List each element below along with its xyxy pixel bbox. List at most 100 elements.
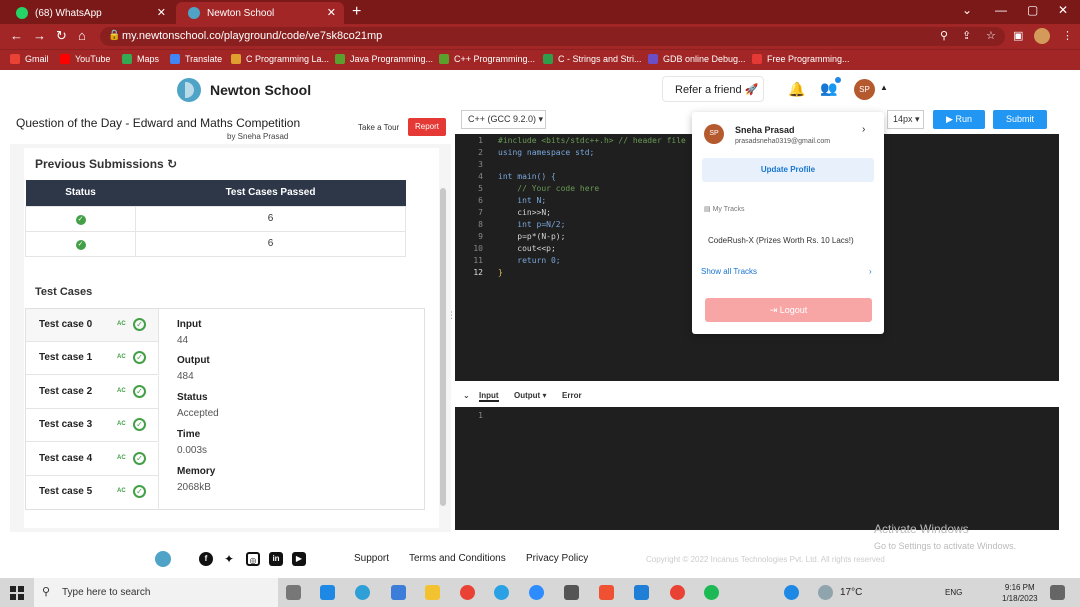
io-tabs: ⌄ Input Output ▾ Error xyxy=(455,383,1059,407)
tab-whatsapp[interactable]: (68) WhatsApp ✕ xyxy=(4,2,174,24)
bookmark-java-programming[interactable]: Java Programming... xyxy=(335,54,433,64)
browser-profile-avatar[interactable] xyxy=(1034,28,1050,44)
edge-icon[interactable] xyxy=(355,585,370,600)
support-link[interactable]: Support xyxy=(354,553,389,564)
clock[interactable]: 9:16 PM 1/18/2023 xyxy=(1002,582,1038,604)
refresh-icon[interactable]: ↻ xyxy=(167,157,177,171)
table-row[interactable]: ✓ 6 xyxy=(25,230,406,257)
zoom-icon[interactable]: ⚲ xyxy=(940,29,948,42)
tab-output[interactable]: Output ▾ xyxy=(514,391,546,400)
tab-newton-school[interactable]: Newton School ✕ xyxy=(176,2,344,24)
windows-start-icon[interactable] xyxy=(10,586,24,600)
youtube-icon[interactable]: ▶ xyxy=(292,552,306,566)
close-icon[interactable]: ✕ xyxy=(157,6,166,19)
close-icon[interactable]: ✕ xyxy=(327,6,336,19)
table-row[interactable]: ✓ 6 xyxy=(25,205,406,232)
taskbar-search-input[interactable]: ⚲ Type here to search xyxy=(34,578,278,607)
chevron-right-icon[interactable]: › xyxy=(862,124,865,135)
bookmark-translate[interactable]: Translate xyxy=(170,54,222,64)
vscode-icon[interactable] xyxy=(634,585,649,600)
share-icon[interactable]: ⇪ xyxy=(962,29,971,42)
git-icon[interactable] xyxy=(599,585,614,600)
youtube-icon xyxy=(60,54,70,64)
logout-button[interactable]: ⇥ Logout xyxy=(705,298,872,322)
twitter-icon[interactable]: ✦ xyxy=(222,552,236,566)
minimize-button[interactable]: — xyxy=(995,3,1007,17)
language-indicator[interactable]: ENG xyxy=(945,588,962,597)
input-editor[interactable]: 1 xyxy=(455,407,1059,530)
track-item[interactable]: CodeRush-X (Prizes Worth Rs. 10 Lacs!) xyxy=(708,236,854,245)
mail-icon[interactable] xyxy=(320,585,335,600)
task-view-icon[interactable] xyxy=(286,585,301,600)
brand-name[interactable]: Newton School xyxy=(210,82,311,98)
terms-link[interactable]: Terms and Conditions xyxy=(409,553,506,564)
caret-up-icon[interactable]: ▲ xyxy=(880,83,888,92)
back-icon[interactable]: ← xyxy=(10,28,23,43)
avatar[interactable]: SP xyxy=(854,79,875,100)
scrollbar[interactable] xyxy=(440,188,446,506)
take-tour-link[interactable]: Take a Tour xyxy=(358,123,399,132)
test-case-item[interactable]: Test case 5 AC ✓ xyxy=(26,476,159,509)
bell-icon[interactable]: 🔔 xyxy=(788,81,805,98)
run-button[interactable]: ▶ Run xyxy=(933,110,985,129)
menu-icon[interactable]: ⋮ xyxy=(1062,29,1073,42)
tab-input[interactable]: Input xyxy=(479,391,499,402)
test-case-item[interactable]: Test case 1 AC ✓ xyxy=(26,342,159,375)
bookmark-gmail[interactable]: Gmail xyxy=(10,54,49,64)
chevron-down-icon[interactable]: ⌄ xyxy=(463,391,470,400)
telegram-icon[interactable] xyxy=(494,585,509,600)
chevron-right-icon[interactable]: › xyxy=(869,267,872,276)
help-icon[interactable] xyxy=(784,585,799,600)
line-number: 1 xyxy=(478,136,483,145)
new-tab-button[interactable]: + xyxy=(352,3,361,21)
bookmark-free-programming[interactable]: Free Programming... xyxy=(752,54,850,64)
facebook-icon[interactable]: f xyxy=(199,552,213,566)
newton-logo-icon[interactable] xyxy=(155,551,171,567)
tab-search-icon[interactable]: ⌄ xyxy=(962,3,972,17)
bookmark-c-strings[interactable]: C - Strings and Stri... xyxy=(543,54,642,64)
bookmark-cpp-programming[interactable]: C++ Programming... xyxy=(439,54,535,64)
show-all-tracks-link[interactable]: Show all Tracks xyxy=(701,267,757,276)
chrome-icon[interactable] xyxy=(460,585,475,600)
close-window-button[interactable]: ✕ xyxy=(1058,3,1068,17)
temperature[interactable]: 17°C xyxy=(840,587,862,598)
maximize-button[interactable]: ▢ xyxy=(1027,3,1038,17)
store-icon[interactable] xyxy=(391,585,406,600)
linkedin-icon[interactable]: in xyxy=(269,552,283,566)
spotify-icon[interactable] xyxy=(704,585,719,600)
notifications-icon[interactable] xyxy=(1050,585,1065,600)
home-icon[interactable]: ⌂ xyxy=(78,28,86,43)
chrome-active-icon[interactable] xyxy=(670,585,685,600)
bookmark-c-programming[interactable]: C Programming La... xyxy=(231,54,329,64)
test-case-item[interactable]: Test case 2 AC ✓ xyxy=(26,376,159,409)
file-explorer-icon[interactable] xyxy=(425,585,440,600)
test-case-item[interactable]: Test case 0 AC ✓ xyxy=(26,309,159,342)
bookmark-gdb-online[interactable]: GDB online Debug... xyxy=(648,54,746,64)
test-case-item[interactable]: Test case 3 AC ✓ xyxy=(26,409,159,442)
forward-icon[interactable]: → xyxy=(33,28,46,43)
translate-icon xyxy=(170,54,180,64)
report-button[interactable]: Report xyxy=(408,118,446,136)
refer-friend-button[interactable]: Refer a friend 🚀 xyxy=(662,76,764,102)
update-profile-button[interactable]: Update Profile xyxy=(702,158,874,182)
reload-icon[interactable]: ↻ xyxy=(56,28,67,44)
zoom-app-icon[interactable] xyxy=(529,585,544,600)
privacy-link[interactable]: Privacy Policy xyxy=(526,553,588,564)
line-number: 8 xyxy=(478,220,483,229)
submit-button[interactable]: Submit xyxy=(993,110,1047,129)
newton-logo-icon[interactable] xyxy=(177,78,201,102)
camera-icon[interactable] xyxy=(564,585,579,600)
tab-error[interactable]: Error xyxy=(562,391,582,400)
bookmark-maps[interactable]: Maps xyxy=(122,54,159,64)
sidebar-icon[interactable]: ▣ xyxy=(1013,29,1023,42)
bookmark-icon xyxy=(335,54,345,64)
profile-name[interactable]: Sneha Prasad xyxy=(735,125,795,135)
team-icon[interactable]: 👥 xyxy=(820,80,837,97)
url-bar[interactable]: 🔒 my.newtonschool.co/playground/code/ve7… xyxy=(100,27,1005,46)
bookmark-youtube[interactable]: YouTube xyxy=(60,54,110,64)
star-icon[interactable]: ☆ xyxy=(986,29,996,42)
language-select[interactable]: C++ (GCC 9.2.0) ▾ xyxy=(461,110,546,129)
test-case-item[interactable]: Test case 4 AC ✓ xyxy=(26,443,159,476)
instagram-icon[interactable]: ◎ xyxy=(246,552,260,566)
font-size-select[interactable]: 14px ▾ xyxy=(887,110,924,129)
